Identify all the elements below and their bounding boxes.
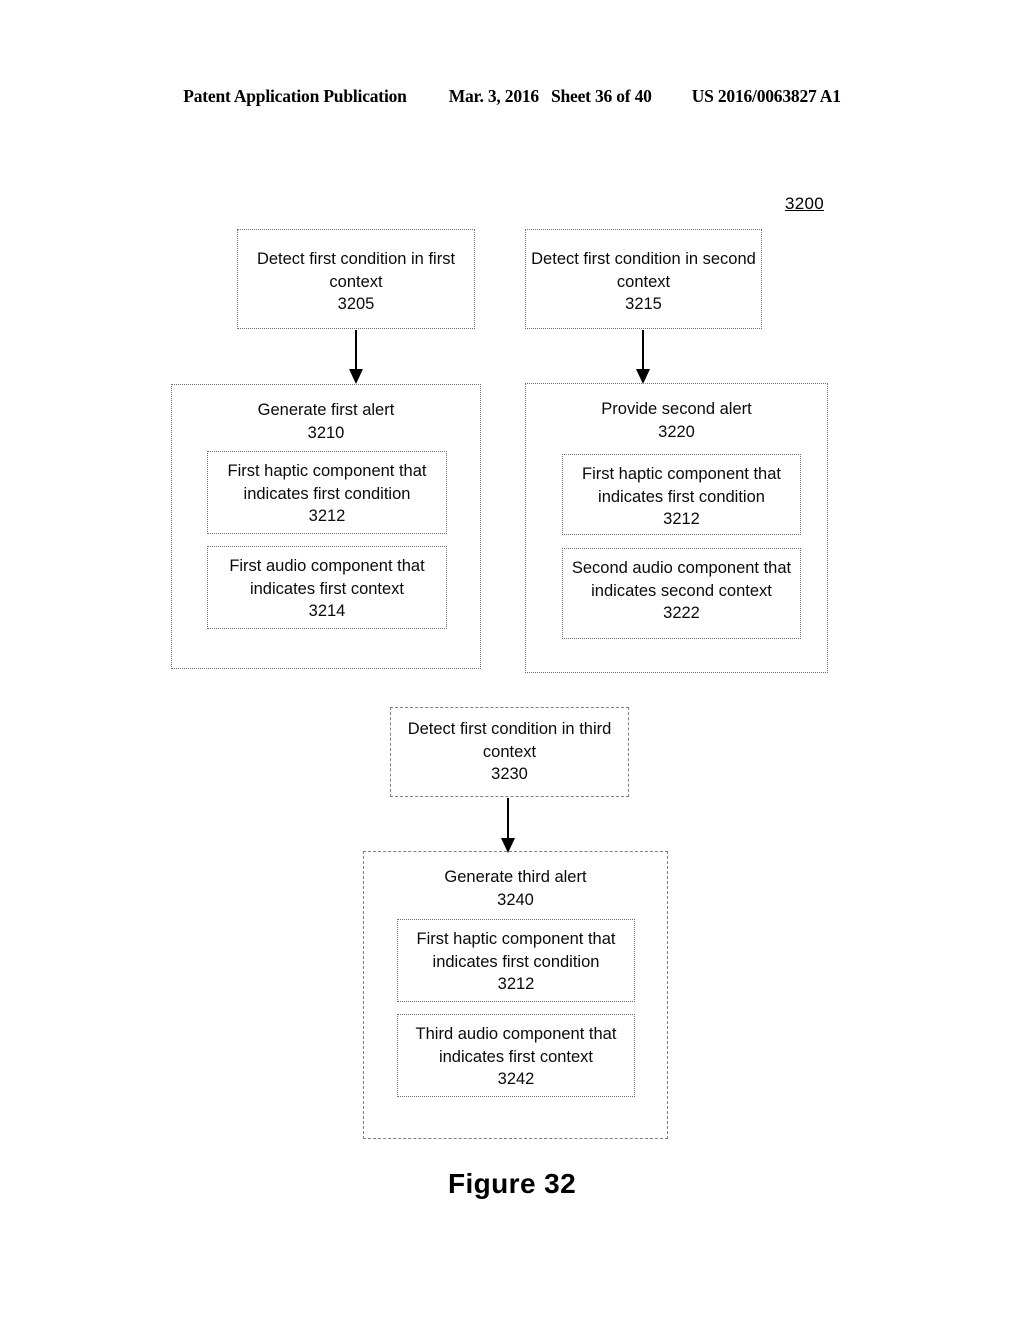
patent-figure-page: Patent Application Publication Mar. 3, 20…: [0, 0, 1024, 1320]
arrow-down-to-provide-second-alert: [636, 330, 650, 384]
flow-group-generate-third-alert: Generate third alert 3240 First haptic c…: [363, 851, 668, 1139]
arrow-shaft: [354, 330, 358, 371]
header-publication-label: Patent Application Publication: [183, 86, 407, 106]
component-box-first-haptic-3212-second: First haptic component that indicates fi…: [562, 454, 801, 535]
flow-box-detect-second-context-text: Detect first condition in second context…: [531, 250, 756, 313]
component-box-second-audio-3222: Second audio component that indicates se…: [562, 548, 801, 639]
flow-box-detect-third-context-text: Detect first condition in third context …: [407, 720, 612, 783]
arrow-down-to-generate-third-alert: [501, 798, 515, 853]
arrow-head: [349, 369, 363, 384]
component-box-first-haptic-3212-text: First haptic component that indicates fi…: [227, 462, 427, 525]
flow-group-generate-first-alert: Generate first alert 3210 First haptic c…: [171, 384, 481, 669]
arrow-shaft: [641, 330, 645, 371]
component-box-first-haptic-3212-third: First haptic component that indicates fi…: [397, 919, 635, 1002]
flow-group-provide-second-alert: Provide second alert 3220 First haptic c…: [525, 383, 828, 673]
component-box-first-audio-3214-text: First audio component that indicates fir…: [229, 557, 425, 620]
flow-box-detect-first-context: Detect first condition in first context …: [237, 229, 475, 329]
flow-box-detect-third-context: Detect first condition in third context …: [390, 707, 629, 797]
publication-header: Patent Application Publication Mar. 3, 20…: [0, 86, 1024, 107]
component-box-second-audio-3222-text: Second audio component that indicates se…: [571, 559, 792, 622]
header-sheet-label: Sheet 36 of 40: [550, 86, 652, 106]
header-patent-number-label: US 2016/0063827 A1: [691, 86, 841, 106]
component-box-third-audio-3242-text: Third audio component that indicates fir…: [415, 1025, 617, 1088]
component-box-third-audio-3242: Third audio component that indicates fir…: [397, 1014, 635, 1097]
flow-box-detect-second-context: Detect first condition in second context…: [525, 229, 762, 329]
component-box-first-haptic-3212-second-text: First haptic component that indicates fi…: [581, 465, 781, 528]
component-box-first-audio-3214: First audio component that indicates fir…: [207, 546, 447, 629]
flow-group-provide-second-alert-title: Provide second alert 3220: [601, 400, 752, 441]
flow-group-generate-first-alert-title: Generate first alert 3210: [257, 401, 395, 442]
component-box-first-haptic-3212: First haptic component that indicates fi…: [207, 451, 447, 534]
arrow-shaft: [506, 798, 510, 840]
figure-reference-numeral: 3200: [785, 194, 825, 213]
component-box-first-haptic-3212-third-text: First haptic component that indicates fi…: [416, 930, 616, 993]
header-date-label: Mar. 3, 2016: [448, 86, 539, 106]
flow-box-detect-first-context-text: Detect first condition in first context …: [256, 250, 456, 313]
figure-caption: Figure 32: [447, 1168, 577, 1199]
flow-group-generate-third-alert-title: Generate third alert 3240: [444, 868, 587, 909]
arrow-head: [636, 369, 650, 384]
arrow-down-to-generate-first-alert: [349, 330, 363, 384]
